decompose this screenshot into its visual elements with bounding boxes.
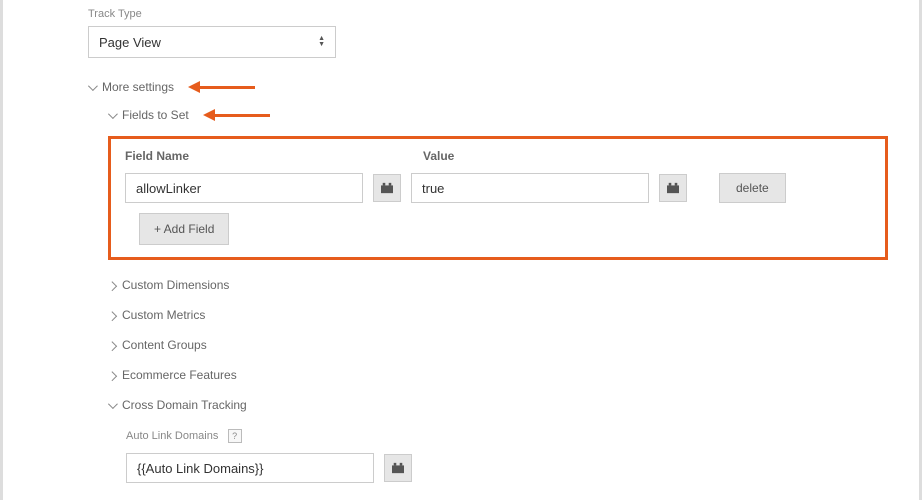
lego-icon	[391, 462, 405, 474]
lego-icon	[666, 182, 680, 194]
delete-button[interactable]: delete	[719, 173, 786, 203]
custom-metrics-toggle[interactable]: Custom Metrics	[108, 308, 899, 322]
annotation-arrow-2	[203, 109, 270, 121]
cross-domain-toggle[interactable]: Cross Domain Tracking	[108, 398, 899, 412]
fields-to-set-toggle[interactable]: Fields to Set	[108, 108, 899, 122]
fields-to-set-box: Field Name Value delete + Add Field	[108, 136, 888, 260]
track-type-label: Track Type	[88, 8, 899, 20]
track-type-value: Page View	[99, 35, 318, 50]
ecommerce-features-toggle[interactable]: Ecommerce Features	[108, 368, 899, 382]
custom-dimensions-toggle[interactable]: Custom Dimensions	[108, 278, 899, 292]
variable-picker-button[interactable]	[373, 174, 401, 202]
lego-icon	[380, 182, 394, 194]
chevron-right-icon	[107, 281, 117, 291]
chevron-down-icon	[88, 81, 98, 91]
custom-metrics-label: Custom Metrics	[122, 308, 205, 322]
help-icon[interactable]: ?	[228, 429, 242, 443]
more-settings-toggle[interactable]: More settings	[88, 80, 899, 94]
config-panel: Track Type Page View ▲▼ More settings Fi…	[0, 0, 922, 500]
chevron-right-icon	[107, 341, 117, 351]
cross-domain-label: Cross Domain Tracking	[122, 398, 247, 412]
field-row: delete	[125, 173, 871, 203]
track-type-select[interactable]: Page View ▲▼	[88, 26, 336, 58]
chevron-right-icon	[107, 311, 117, 321]
field-value-input[interactable]	[411, 173, 649, 203]
custom-dimensions-label: Custom Dimensions	[122, 278, 229, 292]
auto-link-row	[126, 453, 899, 483]
auto-link-label-row: Auto Link Domains ?	[126, 428, 899, 443]
content-groups-label: Content Groups	[122, 338, 207, 352]
variable-picker-button[interactable]	[659, 174, 687, 202]
select-arrows-icon: ▲▼	[318, 36, 325, 48]
chevron-down-icon	[108, 399, 118, 409]
chevron-down-icon	[108, 109, 118, 119]
auto-link-input[interactable]	[126, 453, 374, 483]
field-name-input[interactable]	[125, 173, 363, 203]
fields-header: Field Name Value	[125, 149, 871, 163]
chevron-right-icon	[107, 371, 117, 381]
auto-link-label: Auto Link Domains	[126, 430, 218, 442]
more-settings-label: More settings	[102, 80, 174, 94]
add-field-button[interactable]: + Add Field	[139, 213, 229, 245]
annotation-arrow-1	[188, 81, 255, 93]
content-groups-toggle[interactable]: Content Groups	[108, 338, 899, 352]
ecommerce-features-label: Ecommerce Features	[122, 368, 237, 382]
field-name-header: Field Name	[125, 149, 423, 163]
fields-to-set-label: Fields to Set	[122, 108, 189, 122]
variable-picker-button[interactable]	[384, 454, 412, 482]
value-header: Value	[423, 149, 454, 163]
